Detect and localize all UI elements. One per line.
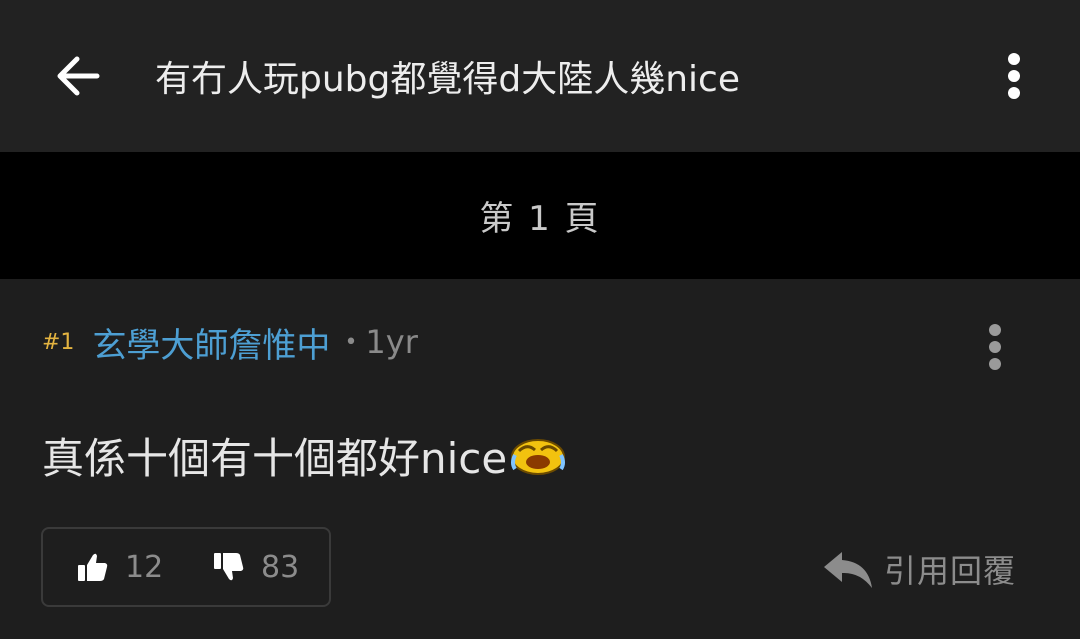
vote-box: 12 83 [41, 527, 331, 607]
more-vertical-icon [989, 324, 1001, 370]
arrow-left-icon [57, 56, 100, 96]
post-floor-number: #1 [42, 329, 75, 355]
back-button[interactable] [50, 50, 106, 102]
post-author[interactable]: 玄學大師詹惟中 [92, 318, 330, 367]
thread-title: 有冇人玩pubg都覺得d大陸人幾nice [155, 59, 740, 100]
thread-menu-button[interactable] [992, 48, 1036, 104]
top-app-bar: 有冇人玩pubg都覺得d大陸人幾nice [0, 0, 1080, 152]
meta-separator: • [344, 329, 358, 355]
post-menu-button[interactable] [975, 319, 1015, 375]
post-content-text: 真係十個有十個都好nice [42, 433, 508, 483]
upvote-button[interactable]: 12 [77, 529, 163, 605]
page-number-label: 第 1 頁 [479, 199, 601, 239]
page-number-banner: 第 1 頁 [0, 152, 1080, 279]
post-time: 1yr [365, 323, 418, 361]
post-meta: #1 玄學大師詹惟中 • 1yr [42, 318, 418, 367]
quote-reply-button[interactable]: 引用回覆 [822, 541, 1016, 597]
reply-arrow-icon [824, 552, 872, 588]
thumbs-down-icon [214, 553, 244, 581]
quote-reply-label: 引用回覆 [884, 552, 1017, 590]
laughing-crying-emoji-icon [509, 433, 567, 477]
post-content: 真係十個有十個都好nice [42, 427, 567, 483]
downvote-count: 83 [261, 549, 300, 585]
upvote-count: 12 [125, 549, 164, 585]
post-item: #1 玄學大師詹惟中 • 1yr 真係十個有十個都好nice 12 83 引用回… [0, 279, 1080, 639]
more-vertical-icon [1008, 53, 1020, 99]
thumbs-up-icon [78, 553, 108, 581]
downvote-button[interactable]: 83 [213, 529, 299, 605]
